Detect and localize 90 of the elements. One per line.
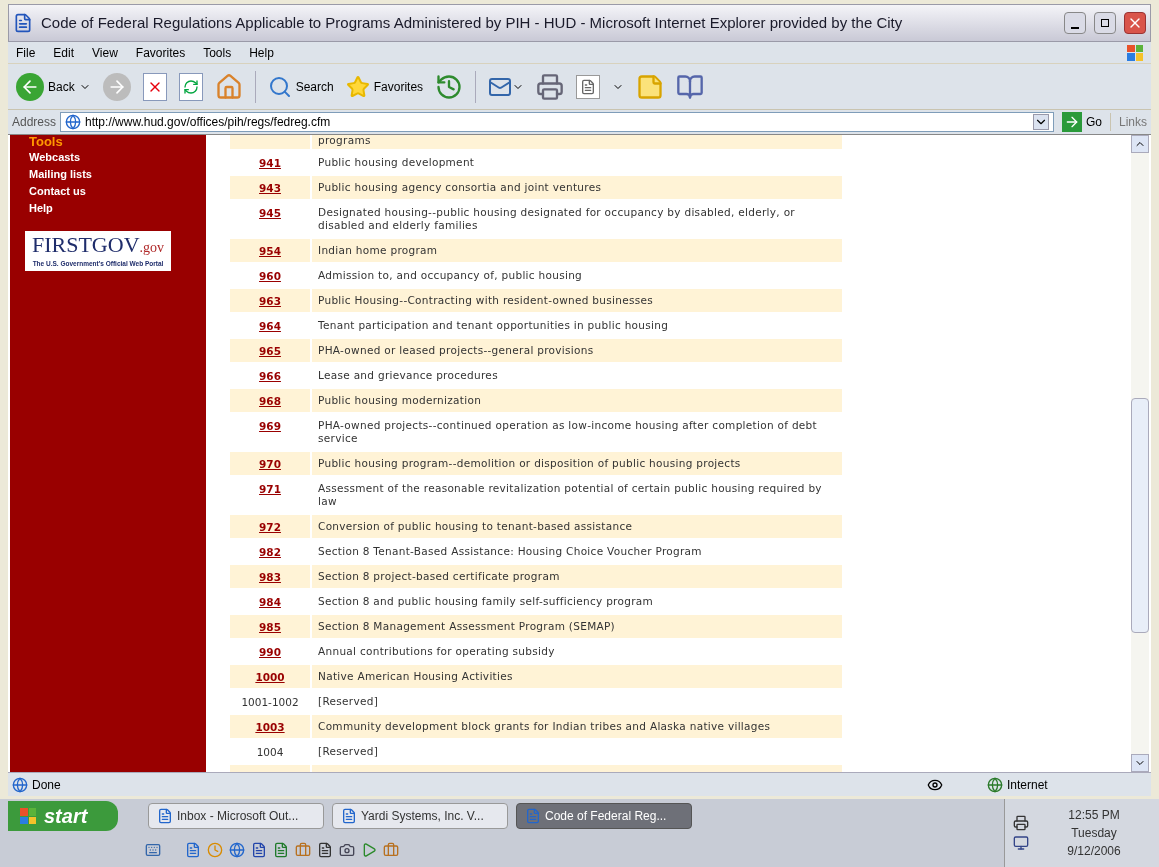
start-button[interactable]: start xyxy=(8,801,118,831)
media-player-icon[interactable] xyxy=(361,842,377,858)
refresh-icon[interactable] xyxy=(178,72,203,101)
part-link[interactable]: 971 xyxy=(259,482,281,498)
part-link[interactable]: 972 xyxy=(259,520,281,536)
keyboard-icon[interactable] xyxy=(145,842,161,858)
restore-button[interactable] xyxy=(1094,12,1116,34)
part-link[interactable]: 954 xyxy=(259,244,281,260)
window-title: Code of Federal Regulations Applicable to Programs Administered by PIH - HUD - Microsoft Internet Explorer provided by the City xyxy=(41,12,904,33)
description-cell: PHA-owned or leased projects--general provisions xyxy=(312,339,842,362)
sidebar-heading: Tools xyxy=(29,135,64,149)
description-cell: programs xyxy=(312,135,842,149)
menu-item[interactable]: Tools xyxy=(203,43,232,62)
address-label: Address xyxy=(12,114,57,131)
minimize-button[interactable] xyxy=(1064,12,1086,34)
document-icon xyxy=(525,808,541,824)
globe-icon xyxy=(987,776,1003,793)
sidebar-link[interactable]: Contact us xyxy=(29,183,187,200)
description-cell: Community development block grants for Indian tribes and Alaska native villages xyxy=(312,715,842,738)
part-number: 1004 xyxy=(256,745,284,760)
part-link[interactable]: 983 xyxy=(259,570,281,586)
part-number: 1001-1002 xyxy=(241,695,299,710)
part-link[interactable]: 960 xyxy=(259,269,281,285)
document-icon xyxy=(157,808,173,824)
home-icon[interactable] xyxy=(214,72,243,101)
taskbar-button[interactable]: Yardi Systems, Inc. V... xyxy=(332,803,508,829)
part-link[interactable]: 945 xyxy=(259,206,281,222)
part-link[interactable]: 966 xyxy=(259,369,281,385)
camera-icon[interactable] xyxy=(339,842,355,858)
description-cell: Section 8 project-based certificate program xyxy=(312,565,842,588)
browser-icon[interactable] xyxy=(229,842,245,858)
menu-item[interactable]: Favorites xyxy=(135,43,186,62)
part-link[interactable]: 970 xyxy=(259,457,281,473)
links-label[interactable]: Links xyxy=(1110,113,1147,131)
sidebar-link[interactable]: Webcasts xyxy=(29,149,187,166)
part-link[interactable]: 941 xyxy=(259,156,281,172)
description-cell: Public housing agency consortia and joint ventures xyxy=(312,176,842,199)
description-cell: Native American Housing Activities xyxy=(312,665,842,688)
briefcase-icon[interactable] xyxy=(383,842,399,858)
description-cell: Public housing modernization xyxy=(312,389,842,412)
browser-page-icon xyxy=(13,13,33,33)
part-link[interactable]: 943 xyxy=(259,181,281,197)
taskbar-button[interactable]: Inbox - Microsoft Out... xyxy=(148,803,324,829)
zone-label: Internet xyxy=(1007,776,1049,794)
taskbar-button[interactable]: Code of Federal Reg... xyxy=(516,803,692,829)
search-icon xyxy=(267,74,292,99)
search-button[interactable]: Search xyxy=(267,74,334,99)
part-link[interactable]: 984 xyxy=(259,595,281,611)
sidebar-link[interactable]: Help xyxy=(29,200,187,217)
printer-icon[interactable] xyxy=(536,72,565,101)
sidebar-link[interactable]: Mailing lists xyxy=(29,166,187,183)
description-cell: Indian home program xyxy=(312,239,842,262)
document-icon xyxy=(341,808,357,824)
menu-item[interactable]: File xyxy=(16,43,36,62)
part-link[interactable]: 963 xyxy=(259,294,281,310)
clock-date: 9/12/2006 xyxy=(1067,843,1121,860)
star-icon xyxy=(345,74,370,99)
clock-day: Tuesday xyxy=(1071,824,1117,842)
windows-flag-icon xyxy=(20,808,36,824)
go-button[interactable]: Go xyxy=(1057,112,1106,132)
dropdown-icon[interactable] xyxy=(1032,114,1049,130)
status-text: Done xyxy=(32,776,62,794)
part-link[interactable]: 968 xyxy=(259,394,281,410)
menu-item[interactable]: Edit xyxy=(53,43,75,62)
part-link[interactable]: 964 xyxy=(259,319,281,335)
document-icon[interactable] xyxy=(576,74,601,99)
part-link[interactable]: 985 xyxy=(259,620,281,636)
menu-item[interactable]: Help xyxy=(249,43,274,62)
part-link[interactable]: 969 xyxy=(259,419,281,435)
part-link[interactable]: 990 xyxy=(259,645,281,661)
address-field[interactable]: http://www.hud.gov/offices/pih/regs/fedreg.cfm xyxy=(60,112,1054,132)
close-button[interactable] xyxy=(1124,12,1146,34)
logo-wordmark: FIRSTGOV.gov xyxy=(31,233,165,259)
part-link[interactable]: 965 xyxy=(259,344,281,360)
printer-icon[interactable] xyxy=(1013,815,1029,831)
stop-icon[interactable] xyxy=(142,72,167,101)
description-cell: Section 8 Management Assessment Program (SEMAP) xyxy=(312,615,842,638)
part-link[interactable]: 982 xyxy=(259,545,281,561)
history-icon[interactable] xyxy=(435,72,464,101)
description-cell: Public housing program--demolition or disposition of public housing projects xyxy=(312,452,842,475)
document-icon[interactable] xyxy=(185,842,201,858)
scrollbar[interactable] xyxy=(1131,135,1149,772)
briefcase-icon[interactable] xyxy=(295,842,311,858)
clock-time: 12:55 PM xyxy=(1068,807,1120,824)
menu-item[interactable]: View xyxy=(92,43,118,62)
back-button[interactable]: Back xyxy=(16,72,91,101)
windows-flag-icon xyxy=(1127,44,1143,61)
description-cell: Public Housing--Contracting with resident-owned businesses xyxy=(312,289,842,312)
favorites-button[interactable]: Favorites xyxy=(345,74,424,99)
description-cell: Conversion of public housing to tenant-based assistance xyxy=(312,515,842,538)
